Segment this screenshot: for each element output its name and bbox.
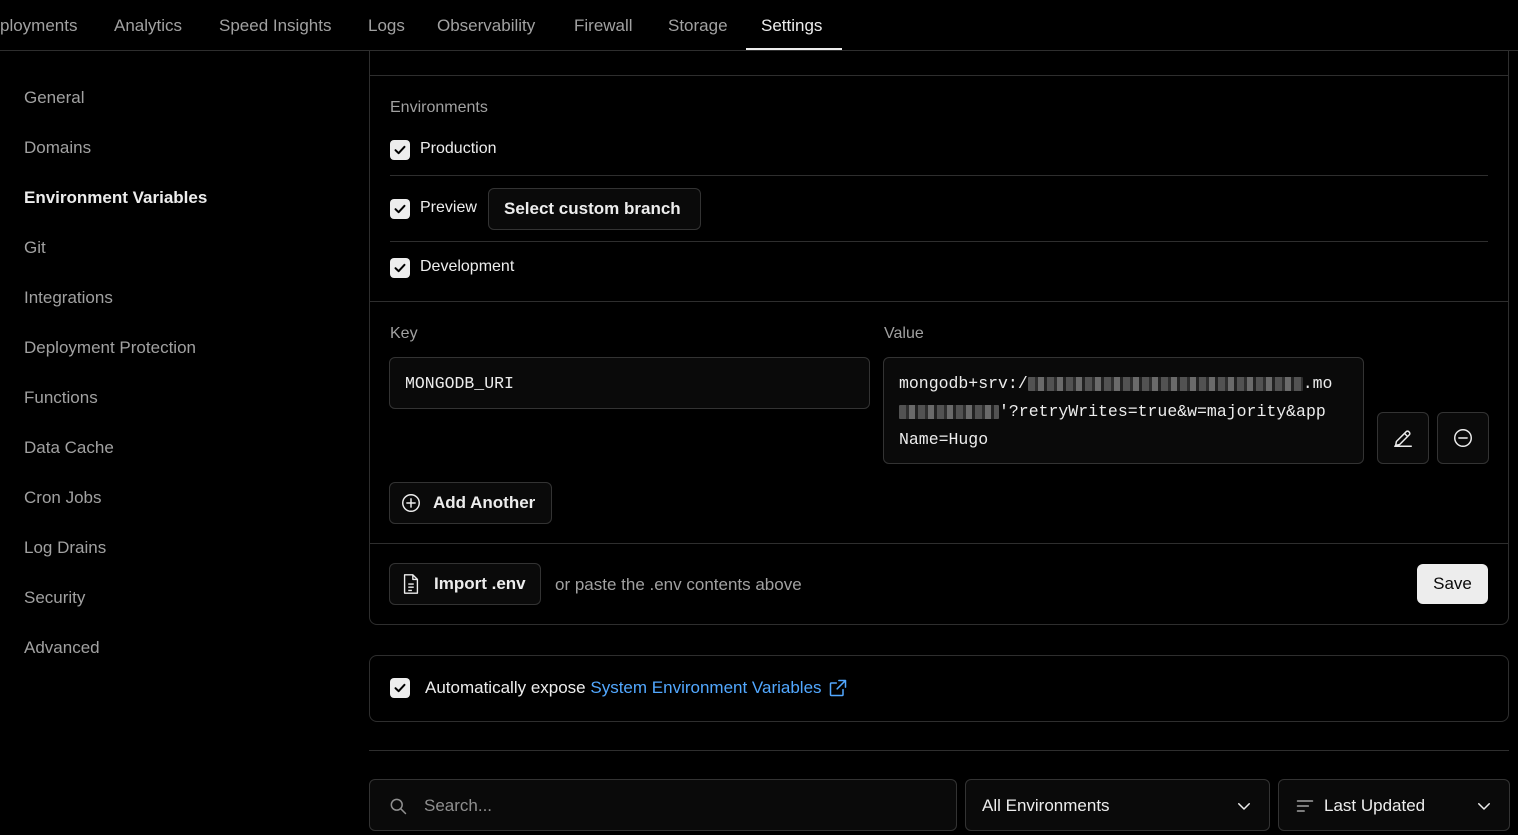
file-icon bbox=[403, 574, 419, 594]
preview-label: Preview bbox=[420, 199, 477, 216]
add-env-var-card bbox=[369, 50, 1509, 625]
tab-analytics[interactable]: Analytics bbox=[114, 0, 182, 51]
sort-select[interactable]: Last Updated bbox=[1278, 779, 1510, 831]
import-env-label: Import .env bbox=[434, 574, 526, 593]
tab-firewall[interactable]: Firewall bbox=[574, 0, 633, 51]
environment-filter-value: All Environments bbox=[982, 796, 1110, 815]
check-icon bbox=[394, 204, 406, 214]
external-link-icon[interactable] bbox=[828, 678, 848, 698]
remove-button[interactable] bbox=[1437, 412, 1489, 464]
auto-expose-text: Automatically expose System Environment … bbox=[425, 678, 848, 698]
auto-expose-checkbox[interactable] bbox=[390, 678, 410, 698]
sidebar-item-security[interactable]: Security bbox=[24, 588, 85, 608]
top-navigation: ployments Analytics Speed Insights Logs … bbox=[0, 0, 1518, 51]
auto-expose-label: Automatically expose bbox=[425, 678, 586, 697]
check-icon bbox=[394, 145, 406, 155]
sidebar-item-cron-jobs[interactable]: Cron Jobs bbox=[24, 488, 101, 508]
environments-heading: Environments bbox=[390, 99, 488, 116]
redacted-blur bbox=[899, 404, 999, 419]
system-env-vars-link[interactable]: System Environment Variables bbox=[590, 678, 821, 698]
sidebar-item-domains[interactable]: Domains bbox=[24, 138, 91, 158]
development-checkbox[interactable] bbox=[390, 258, 410, 278]
production-checkbox[interactable] bbox=[390, 140, 410, 160]
sidebar-item-functions[interactable]: Functions bbox=[24, 388, 98, 408]
check-icon bbox=[394, 683, 406, 693]
tab-storage[interactable]: Storage bbox=[668, 0, 728, 51]
preview-checkbox[interactable] bbox=[390, 199, 410, 219]
environment-filter-select[interactable]: All Environments bbox=[965, 779, 1270, 831]
chevron-down-icon bbox=[1478, 803, 1490, 810]
redacted-blur bbox=[1027, 376, 1303, 391]
tab-deployments[interactable]: ployments bbox=[0, 0, 77, 51]
sidebar-item-integrations[interactable]: Integrations bbox=[24, 288, 113, 308]
value-label: Value bbox=[884, 325, 924, 342]
sidebar-item-advanced[interactable]: Advanced bbox=[24, 638, 100, 658]
add-another-label: Add Another bbox=[433, 493, 536, 512]
search-icon bbox=[390, 798, 407, 815]
value-line-3: Name=Hugo bbox=[899, 430, 989, 449]
tab-speed-insights[interactable]: Speed Insights bbox=[219, 0, 331, 51]
paste-hint: or paste the .env contents above bbox=[555, 575, 802, 594]
sidebar-item-git[interactable]: Git bbox=[24, 238, 46, 258]
divider bbox=[370, 301, 1508, 302]
search-input[interactable]: Search... bbox=[369, 779, 957, 831]
value-text: .mo bbox=[1302, 374, 1333, 393]
sidebar-item-data-cache[interactable]: Data Cache bbox=[24, 438, 114, 458]
edit-button[interactable] bbox=[1377, 412, 1429, 464]
sidebar-item-deployment-protection[interactable]: Deployment Protection bbox=[24, 338, 196, 358]
divider bbox=[369, 750, 1509, 751]
check-icon bbox=[394, 263, 406, 273]
value-textarea[interactable]: mongodb+srv:/ .mo '?retryWrites=true&w=ma… bbox=[883, 357, 1364, 464]
tab-observability[interactable]: Observability bbox=[437, 0, 535, 51]
value-line-1: mongodb+srv:/ .mo bbox=[899, 374, 1332, 393]
select-custom-branch-button[interactable]: Select custom branch bbox=[488, 188, 701, 230]
sort-icon bbox=[1296, 800, 1314, 812]
search-placeholder: Search... bbox=[424, 796, 493, 815]
key-input[interactable]: MONGODB_URI bbox=[389, 357, 870, 409]
tab-settings[interactable]: Settings bbox=[761, 0, 822, 51]
divider bbox=[390, 175, 1488, 176]
sidebar-item-log-drains[interactable]: Log Drains bbox=[24, 538, 106, 558]
value-text: '?retryWrites=true&w=majority&app bbox=[999, 402, 1326, 421]
save-button[interactable]: Save bbox=[1417, 564, 1488, 604]
divider bbox=[370, 75, 1508, 76]
divider bbox=[370, 543, 1508, 544]
production-label: Production bbox=[420, 140, 497, 157]
value-line-2: '?retryWrites=true&w=majority&app bbox=[899, 402, 1326, 421]
key-input-value: MONGODB_URI bbox=[405, 374, 514, 393]
sidebar-item-environment-variables[interactable]: Environment Variables bbox=[24, 188, 207, 208]
key-label: Key bbox=[390, 325, 418, 342]
add-another-button[interactable]: Add Another bbox=[389, 482, 552, 524]
pencil-icon bbox=[1394, 430, 1412, 447]
minus-circle-icon bbox=[1454, 429, 1472, 447]
import-env-button[interactable]: Import .env bbox=[389, 563, 541, 605]
chevron-down-icon bbox=[1238, 803, 1250, 810]
sort-select-value: Last Updated bbox=[1324, 796, 1426, 815]
plus-circle-icon bbox=[402, 494, 420, 512]
divider bbox=[390, 241, 1488, 242]
sidebar-item-general[interactable]: General bbox=[24, 88, 84, 108]
value-text: mongodb+srv:/ bbox=[899, 374, 1028, 393]
development-label: Development bbox=[420, 258, 515, 275]
tab-logs[interactable]: Logs bbox=[368, 0, 405, 51]
